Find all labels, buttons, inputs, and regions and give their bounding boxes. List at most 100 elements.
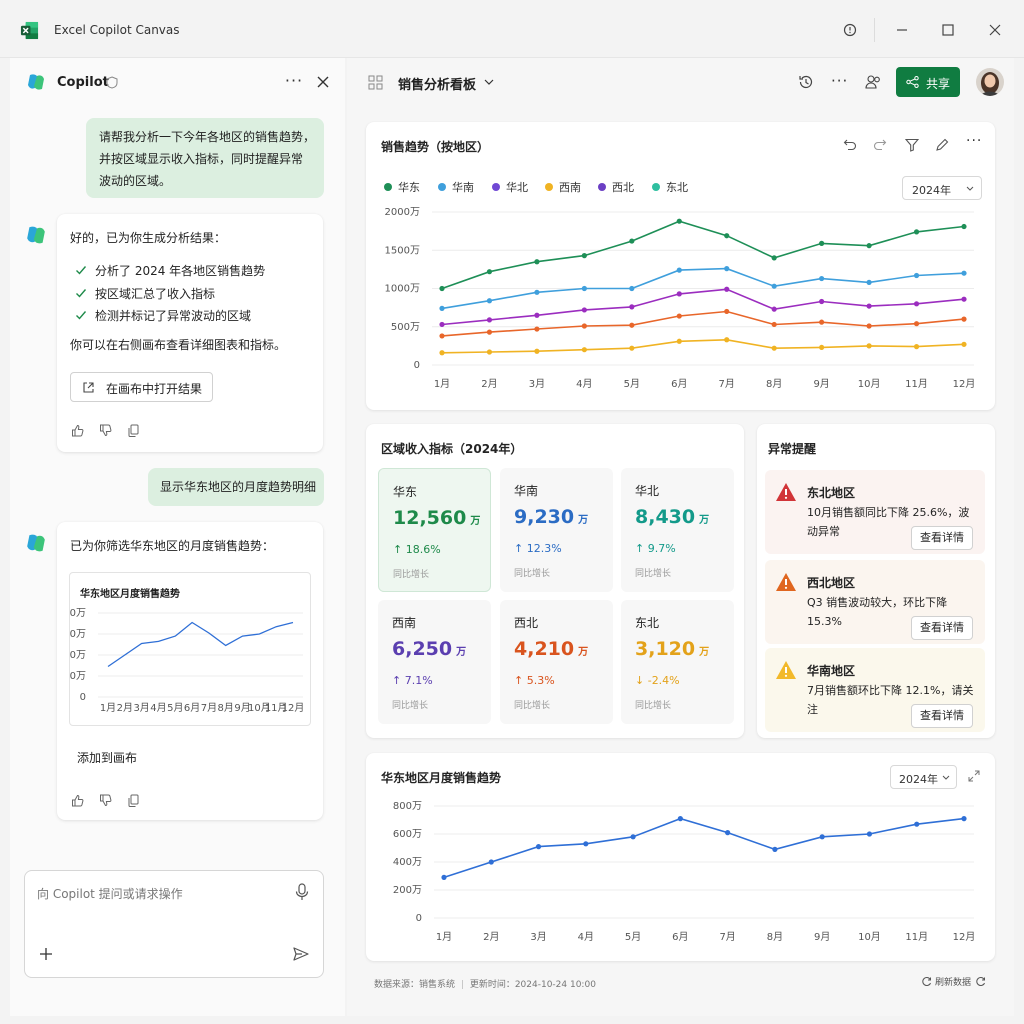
kpi-growth-label: 同比增长 [635,701,672,711]
thumbs-up-icon[interactable] [71,794,84,807]
y-tick-label: 1500万 [385,245,420,256]
copy-icon[interactable] [127,424,140,437]
kpi-change-value: -2.4% [647,674,680,687]
copilot-avatar-icon [27,534,45,552]
anomaly-alerts-panel: 异常提醒 东北地区 10月销售额同比下降 25.6%，波动异常 查看详情 西北地区 Q3… [757,424,995,738]
microphone-icon[interactable] [295,883,309,901]
x-tick-label: 9月 [814,931,830,943]
mini-trend-chart[interactable]: 华东地区月度销售趋势 800万 600万 400万 200万 0 1月2月3月4月5月6月… [69,572,311,726]
prompt-input[interactable]: 向 Copilot 提问或请求操作 [24,870,324,978]
kpi-change: ↑ 9.7% [635,542,676,555]
open-in-canvas-button[interactable]: 在画布中打开结果 [70,372,213,402]
share-button[interactable]: 共享 [896,67,960,97]
close-copilot-button[interactable] [312,71,334,93]
filter-icon[interactable] [905,138,919,152]
redo-icon[interactable] [873,138,887,152]
more-options-button[interactable]: ··· [831,72,848,90]
refresh-icon [976,977,985,986]
avatar[interactable] [976,68,1004,96]
panel-title: 销售趋势（按地区） [381,140,490,154]
history-icon[interactable] [798,74,814,90]
data-point [629,322,635,328]
response-intro: 已为你筛选华东地区的月度销售趋势： [70,539,275,553]
data-point [724,337,730,343]
kpi-arrow: ↑ [393,543,403,556]
kpi-card[interactable]: 华南 9,230 万 ↑ 12.3% 同比增长 [500,468,613,592]
expand-icon[interactable] [968,770,980,782]
more-options-button[interactable]: ··· [283,70,305,92]
copy-icon[interactable] [127,794,140,807]
x-tick-label: 12月 [953,931,976,943]
data-point [583,841,589,847]
board-title[interactable]: 销售分析看板 [398,74,476,93]
x-tick-label: 5月 [167,702,183,714]
send-icon[interactable] [293,947,309,961]
y-tick-label: 600万 [393,829,422,840]
data-point [581,285,587,292]
kpi-card[interactable]: 华东 12,560 万 ↑ 18.6% 同比增长 [378,468,491,592]
panel-more-button[interactable]: ··· [966,133,982,149]
people-icon[interactable] [865,74,882,90]
minimize-button[interactable] [888,16,916,44]
kpi-value-number: 9,230 [514,506,575,528]
legend-label: 东北 [666,181,688,194]
mini-chart-plot: 800万600万400万200万01月2月3月4月5月6月7月8月9月10月11… [70,608,304,714]
close-window-button[interactable] [981,16,1009,44]
data-point [819,344,825,351]
kpi-card[interactable]: 西南 6,250 万 ↑ 7.1% 同比增长 [378,600,491,724]
regional-trend-plot[interactable]: 2000万 1500万 1000万 500万 0 1月 2月 3月 4月 5月 6月 7月 8月 9月 10… [366,202,995,402]
kpi-region: 华北 [635,484,660,498]
chevron-down-icon[interactable] [484,78,494,86]
y-tick-label: 500万 [391,322,420,333]
data-point [866,303,872,309]
x-tick-label: 4月 [576,378,592,390]
kpi-arrow: ↑ [392,674,402,687]
user-avatar-icon [976,68,1004,96]
data-point [913,272,920,279]
kpi-region: 华东 [393,485,418,499]
x-tick-label: 12月 [953,378,976,390]
close-icon [989,24,1001,36]
add-icon[interactable] [39,947,53,961]
data-point [439,333,445,339]
layout-grid-icon[interactable] [368,75,383,90]
data-point [772,846,778,852]
feedback-button[interactable] [836,16,864,44]
year-select[interactable]: 2024年 [890,765,957,789]
open-external-icon [83,382,94,393]
x-tick-label: 11月 [905,378,928,390]
undo-icon[interactable] [843,138,857,152]
year-select[interactable]: 2024年 [902,176,982,200]
data-point [534,312,540,318]
kpi-unit: 万 [578,647,589,658]
revenue-kpi-panel: 区域收入指标（2024年） 华东 12,560 万 ↑ 18.6% 同比增长 华南 9,23… [366,424,744,738]
checkmark-icon [76,289,87,298]
kpi-card[interactable]: 华北 8,430 万 ↑ 9.7% 同比增长 [621,468,734,592]
kpi-change-value: 12.3% [526,542,562,555]
kpi-unit: 万 [699,515,710,526]
kpi-card[interactable]: 东北 3,120 万 ↓ -2.4% 同比增长 [621,600,734,724]
message-line: 请帮我分析一下今年各地区的销售趋势， [99,130,316,144]
thumbs-down-icon[interactable] [99,794,112,807]
excel-logo-icon [20,21,39,40]
data-point [534,289,540,295]
maximize-button[interactable] [934,16,962,44]
data-point [581,253,587,259]
thumbs-up-icon[interactable] [71,424,84,437]
view-details-button[interactable]: 查看详情 [911,526,973,550]
thumbs-down-icon[interactable] [99,424,112,437]
east-trend-plot[interactable]: 800万 600万 400万 200万 0 1月 2月 3月 4月 5月 6月 7月 8月 9月 10月 11… [366,793,995,955]
data-point [866,243,872,249]
data-point [677,816,683,822]
view-details-button[interactable]: 查看详情 [911,616,973,640]
kpi-value: 8,430 万 [635,506,709,528]
series-line [441,310,965,337]
kpi-region: 华南 [514,484,539,498]
view-details-button[interactable]: 查看详情 [911,704,973,728]
data-point [819,275,825,282]
kpi-unit: 万 [456,647,467,658]
add-to-canvas-button[interactable]: 添加到画布 [77,749,137,766]
edit-icon[interactable] [935,138,949,152]
copilot-response-card: 好的，已为你生成分析结果： 分析了 2024 年各地区销售趋势 按区域汇总了收入… [57,214,323,452]
kpi-card[interactable]: 西北 4,210 万 ↑ 5.3% 同比增长 [500,600,613,724]
